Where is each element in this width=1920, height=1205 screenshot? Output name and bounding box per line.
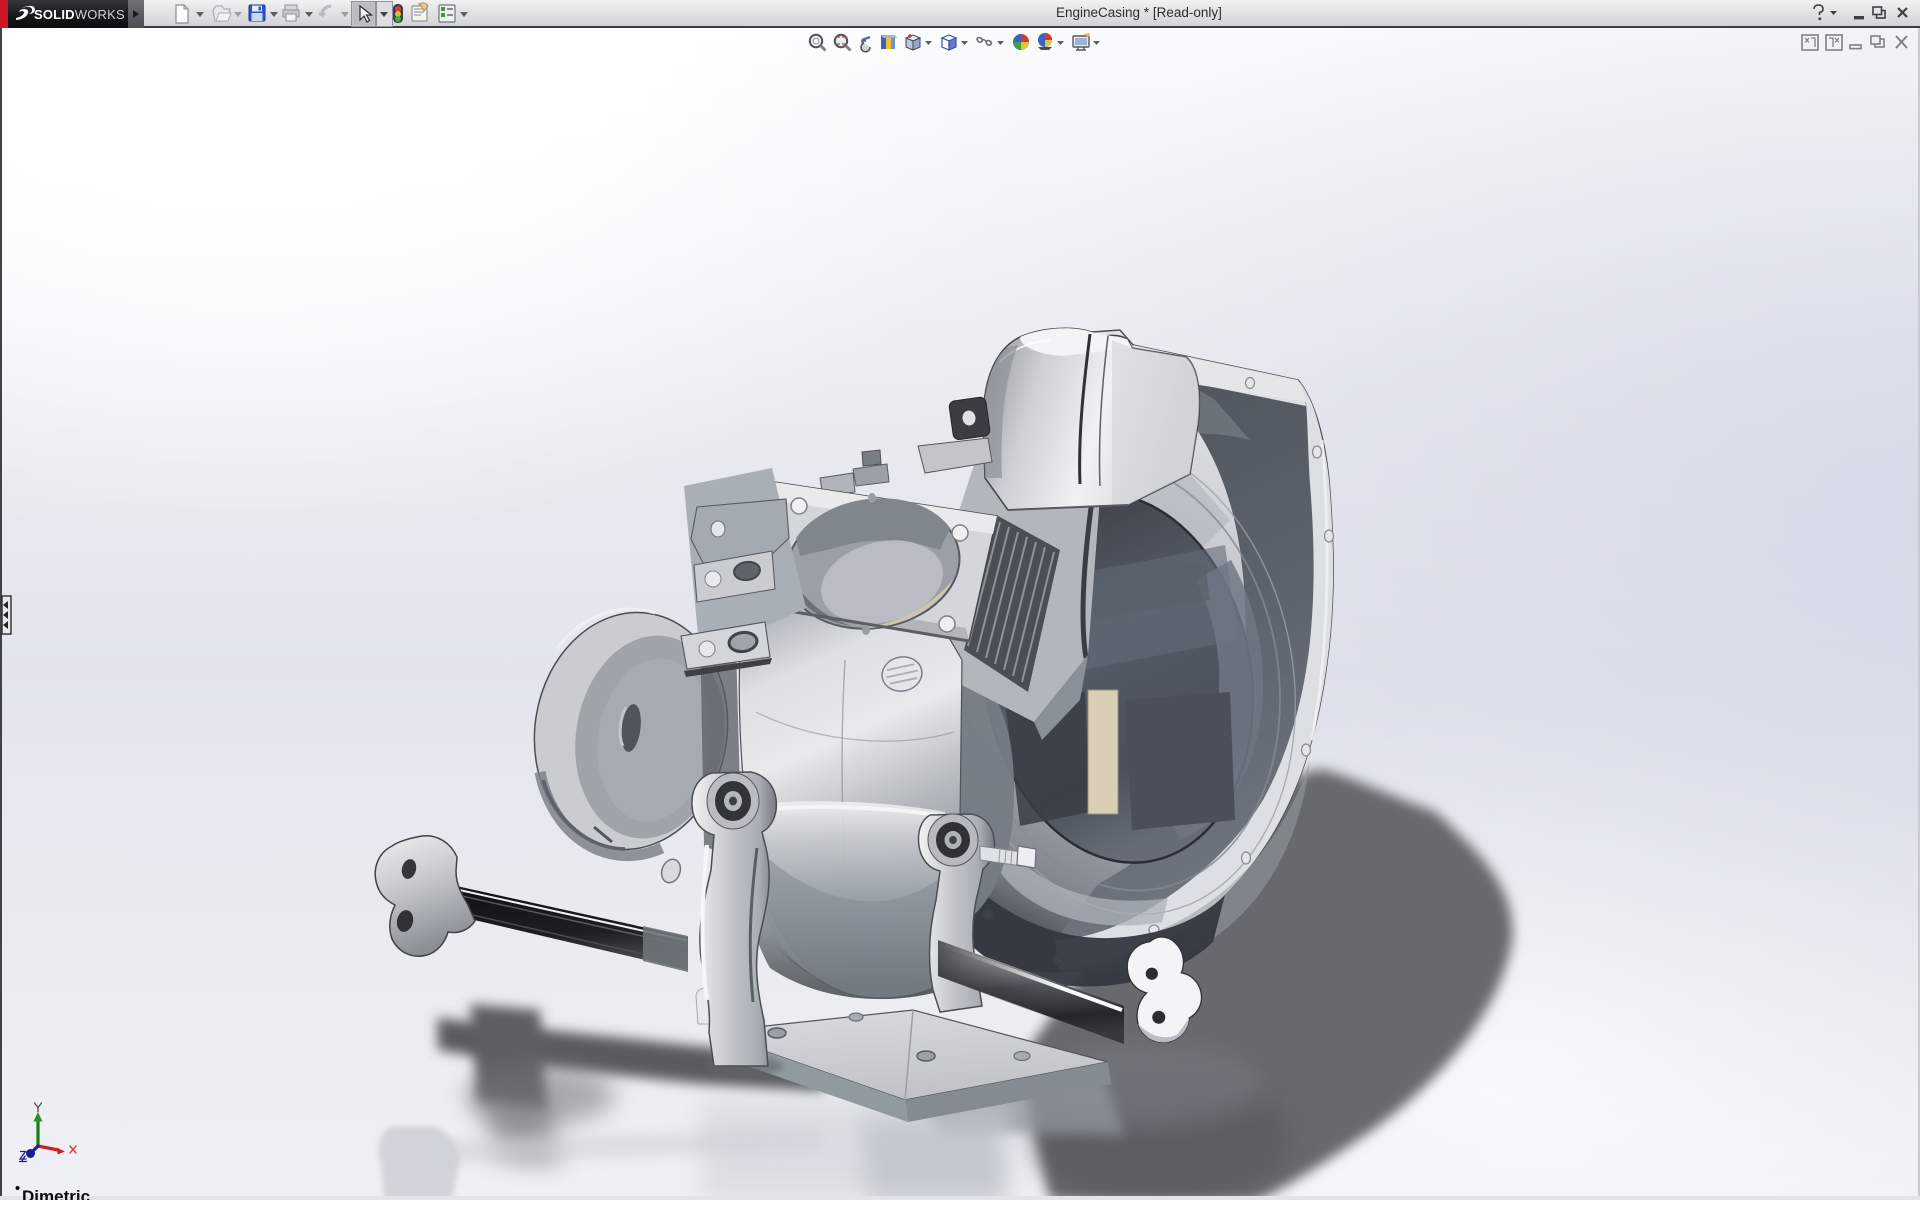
svg-text:Dimetric: Dimetric bbox=[22, 1187, 90, 1200]
svg-text:SOLIDWORKS: SOLIDWORKS bbox=[34, 7, 125, 22]
